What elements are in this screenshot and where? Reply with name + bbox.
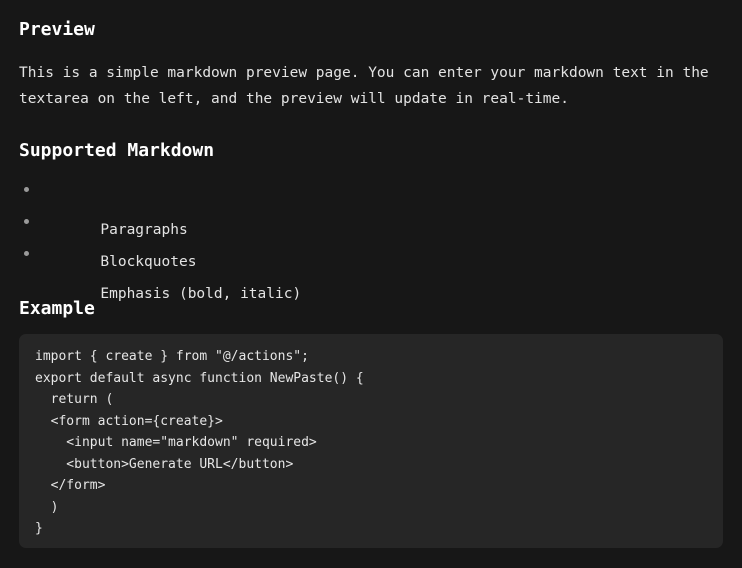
bullet-icon bbox=[24, 219, 29, 224]
list-item: Paragraphs bbox=[19, 180, 419, 238]
code-block: import { create } from "@/actions"; expo… bbox=[19, 334, 723, 548]
code-block-content: import { create } from "@/actions"; expo… bbox=[35, 349, 364, 536]
list-item: Emphasis (bold, italic) bbox=[19, 244, 419, 302]
page-title: Preview bbox=[19, 19, 95, 40]
list-item: Blockquotes bbox=[19, 212, 419, 270]
markdown-preview-page: Preview This is a simple markdown previe… bbox=[0, 0, 742, 568]
list-item-label: Emphasis (bold, italic) bbox=[100, 286, 302, 302]
bullet-icon bbox=[24, 187, 29, 192]
supported-markdown-list: Paragraphs Blockquotes Emphasis (bold, i… bbox=[19, 180, 419, 302]
intro-paragraph: This is a simple markdown preview page. … bbox=[19, 65, 718, 107]
bullet-icon bbox=[24, 251, 29, 256]
example-heading: Example bbox=[19, 298, 95, 319]
supported-markdown-heading: Supported Markdown bbox=[19, 140, 215, 161]
